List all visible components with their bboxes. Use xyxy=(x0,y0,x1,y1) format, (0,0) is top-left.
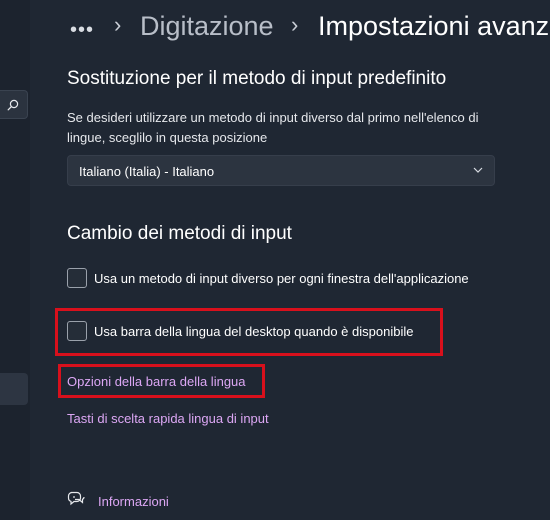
breadcrumb-parent[interactable]: Digitazione xyxy=(140,11,274,42)
help-chat-icon xyxy=(67,491,85,506)
more-horizontal-icon[interactable]: ••• xyxy=(70,20,94,40)
section-title-default-input: Sostituzione per il metodo di input pred… xyxy=(67,68,447,89)
section-title-switching: Cambio dei metodi di input xyxy=(67,223,292,244)
sidebar-item-selected[interactable] xyxy=(0,373,28,405)
checkbox-label: Usa barra della lingua del desktop quand… xyxy=(94,324,414,339)
chevron-down-icon xyxy=(473,167,483,173)
search-input[interactable] xyxy=(0,90,28,119)
navigation-sidebar xyxy=(0,0,30,520)
checkbox[interactable] xyxy=(67,268,87,288)
default-input-method-select[interactable]: Italiano (Italia) - Italiano xyxy=(67,155,495,186)
language-bar-options-link[interactable]: Opzioni della barra della lingua xyxy=(67,374,246,389)
checkbox[interactable] xyxy=(67,321,87,341)
chevron-right-icon: › xyxy=(114,12,122,37)
dropdown-selected-value: Italiano (Italia) - Italiano xyxy=(79,164,215,179)
search-icon xyxy=(7,99,19,111)
input-language-hotkeys-link[interactable]: Tasti di scelta rapida lingua di input xyxy=(67,411,269,426)
chevron-right-icon: › xyxy=(291,12,299,37)
page-title: Impostazioni avanz xyxy=(318,11,550,41)
info-label: Informazioni xyxy=(98,494,169,509)
default-input-description: Se desideri utilizzare un metodo di inpu… xyxy=(67,110,479,145)
checkbox-label: Usa un metodo di input diverso per ogni … xyxy=(94,271,469,286)
